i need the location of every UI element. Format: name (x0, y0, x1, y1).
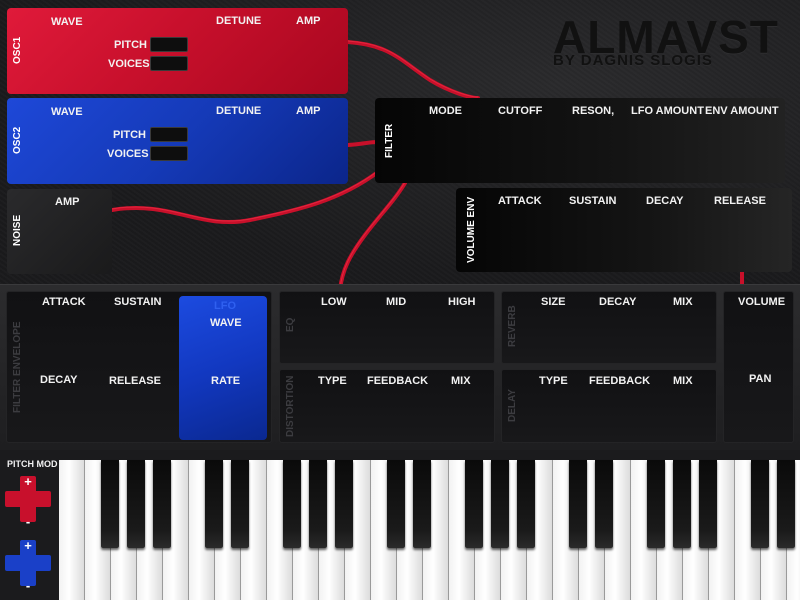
master-panel (723, 291, 794, 443)
filter-env-amount-knob[interactable]: ENV AMOUNT (705, 105, 779, 117)
osc1-detune-knob[interactable]: DETUNE (216, 15, 261, 27)
osc2-title: OSC2 (12, 126, 23, 154)
osc2-detune-knob[interactable]: DETUNE (216, 105, 261, 117)
reverb-mix-knob[interactable]: MIX (673, 296, 693, 308)
filter-env-attack-knob[interactable]: ATTACK (42, 296, 86, 308)
reverb-size-knob[interactable]: SIZE (541, 296, 565, 308)
master-volume-knob[interactable]: VOLUME (738, 296, 785, 308)
distortion-title: DISTORTION (285, 375, 296, 437)
eq-title: EQ (285, 317, 296, 332)
osc1-pitch-field[interactable] (150, 37, 188, 52)
black-key[interactable] (647, 460, 665, 548)
delay-mix-knob[interactable]: MIX (673, 375, 693, 387)
volume-env-decay-knob[interactable]: DECAY (646, 195, 684, 207)
osc1-title: OSC1 (12, 36, 23, 64)
black-key[interactable] (673, 460, 691, 548)
lfo-wave-knob[interactable]: WAVE (210, 317, 242, 329)
eq-high-knob[interactable]: HIGH (448, 296, 476, 308)
eq-mid-knob[interactable]: MID (386, 296, 406, 308)
distortion-type-knob[interactable]: TYPE (318, 375, 347, 387)
osc2-voices-label: VOICES (107, 148, 149, 160)
black-key[interactable] (335, 460, 353, 548)
osc2-pitch-label: PITCH (113, 129, 146, 141)
osc2-pitch-field[interactable] (150, 127, 188, 142)
filter-title: FILTER (384, 123, 395, 158)
white-key[interactable] (59, 460, 85, 600)
pitch-down-button[interactable]: - (20, 514, 36, 529)
black-key[interactable] (413, 460, 431, 548)
osc1-voices-field[interactable] (150, 56, 188, 71)
black-key[interactable] (387, 460, 405, 548)
filter-reson-knob[interactable]: RESON, (572, 105, 614, 117)
filter-cutoff-knob[interactable]: CUTOFF (498, 105, 542, 117)
black-key[interactable] (309, 460, 327, 548)
distortion-mix-knob[interactable]: MIX (451, 375, 471, 387)
lfo-title: LFO (214, 300, 236, 312)
app-byline: BY DAGNIS SLOGIS (553, 52, 713, 69)
osc1-voices-label: VOICES (108, 58, 150, 70)
filter-mode-knob[interactable]: MODE (429, 105, 462, 117)
black-key[interactable] (101, 460, 119, 548)
filter-envelope-title: FILTER ENVELOPE (12, 321, 23, 414)
delay-feedback-knob[interactable]: FEEDBACK (589, 375, 650, 387)
filter-env-release-knob[interactable]: RELEASE (109, 375, 161, 387)
delay-type-knob[interactable]: TYPE (539, 375, 568, 387)
black-key[interactable] (569, 460, 587, 548)
master-pan-knob[interactable]: PAN (749, 373, 771, 385)
volume-env-sustain-knob[interactable]: SUSTAIN (569, 195, 616, 207)
reverb-decay-knob[interactable]: DECAY (599, 296, 637, 308)
distortion-feedback-knob[interactable]: FEEDBACK (367, 375, 428, 387)
black-key[interactable] (595, 460, 613, 548)
delay-title: DELAY (507, 389, 518, 422)
black-key[interactable] (517, 460, 535, 548)
osc1-wave-knob[interactable]: WAVE (51, 16, 83, 28)
black-key[interactable] (205, 460, 223, 548)
osc2-voices-field[interactable] (150, 146, 188, 161)
volume-env-release-knob[interactable]: RELEASE (714, 195, 766, 207)
black-key[interactable] (153, 460, 171, 548)
mod-up-button[interactable]: + (20, 538, 36, 553)
black-key[interactable] (127, 460, 145, 548)
pitch-up-button[interactable]: + (20, 474, 36, 489)
osc2-amp-knob[interactable]: AMP (296, 105, 320, 117)
osc1-pitch-label: PITCH (114, 39, 147, 51)
lfo-rate-knob[interactable]: RATE (211, 375, 240, 387)
filter-lfo-amount-knob[interactable]: LFO AMOUNT (631, 105, 704, 117)
black-key[interactable] (491, 460, 509, 548)
volume-env-attack-knob[interactable]: ATTACK (498, 195, 542, 207)
black-key[interactable] (699, 460, 717, 548)
osc2-wave-knob[interactable]: WAVE (51, 106, 83, 118)
pitch-mod-title: PITCH MOD (7, 459, 58, 469)
volume-env-title: VOLUME ENV (466, 196, 477, 263)
black-key[interactable] (465, 460, 483, 548)
eq-low-knob[interactable]: LOW (321, 296, 347, 308)
black-key[interactable] (231, 460, 249, 548)
noise-amp-knob[interactable]: AMP (55, 196, 79, 208)
mod-down-button[interactable]: - (20, 578, 36, 593)
black-key[interactable] (777, 460, 795, 548)
filter-env-sustain-knob[interactable]: SUSTAIN (114, 296, 161, 308)
noise-title: NOISE (12, 214, 23, 246)
reverb-title: REVERB (507, 305, 518, 347)
black-key[interactable] (283, 460, 301, 548)
black-key[interactable] (751, 460, 769, 548)
filter-env-decay-knob[interactable]: DECAY (40, 374, 78, 386)
osc1-amp-knob[interactable]: AMP (296, 15, 320, 27)
